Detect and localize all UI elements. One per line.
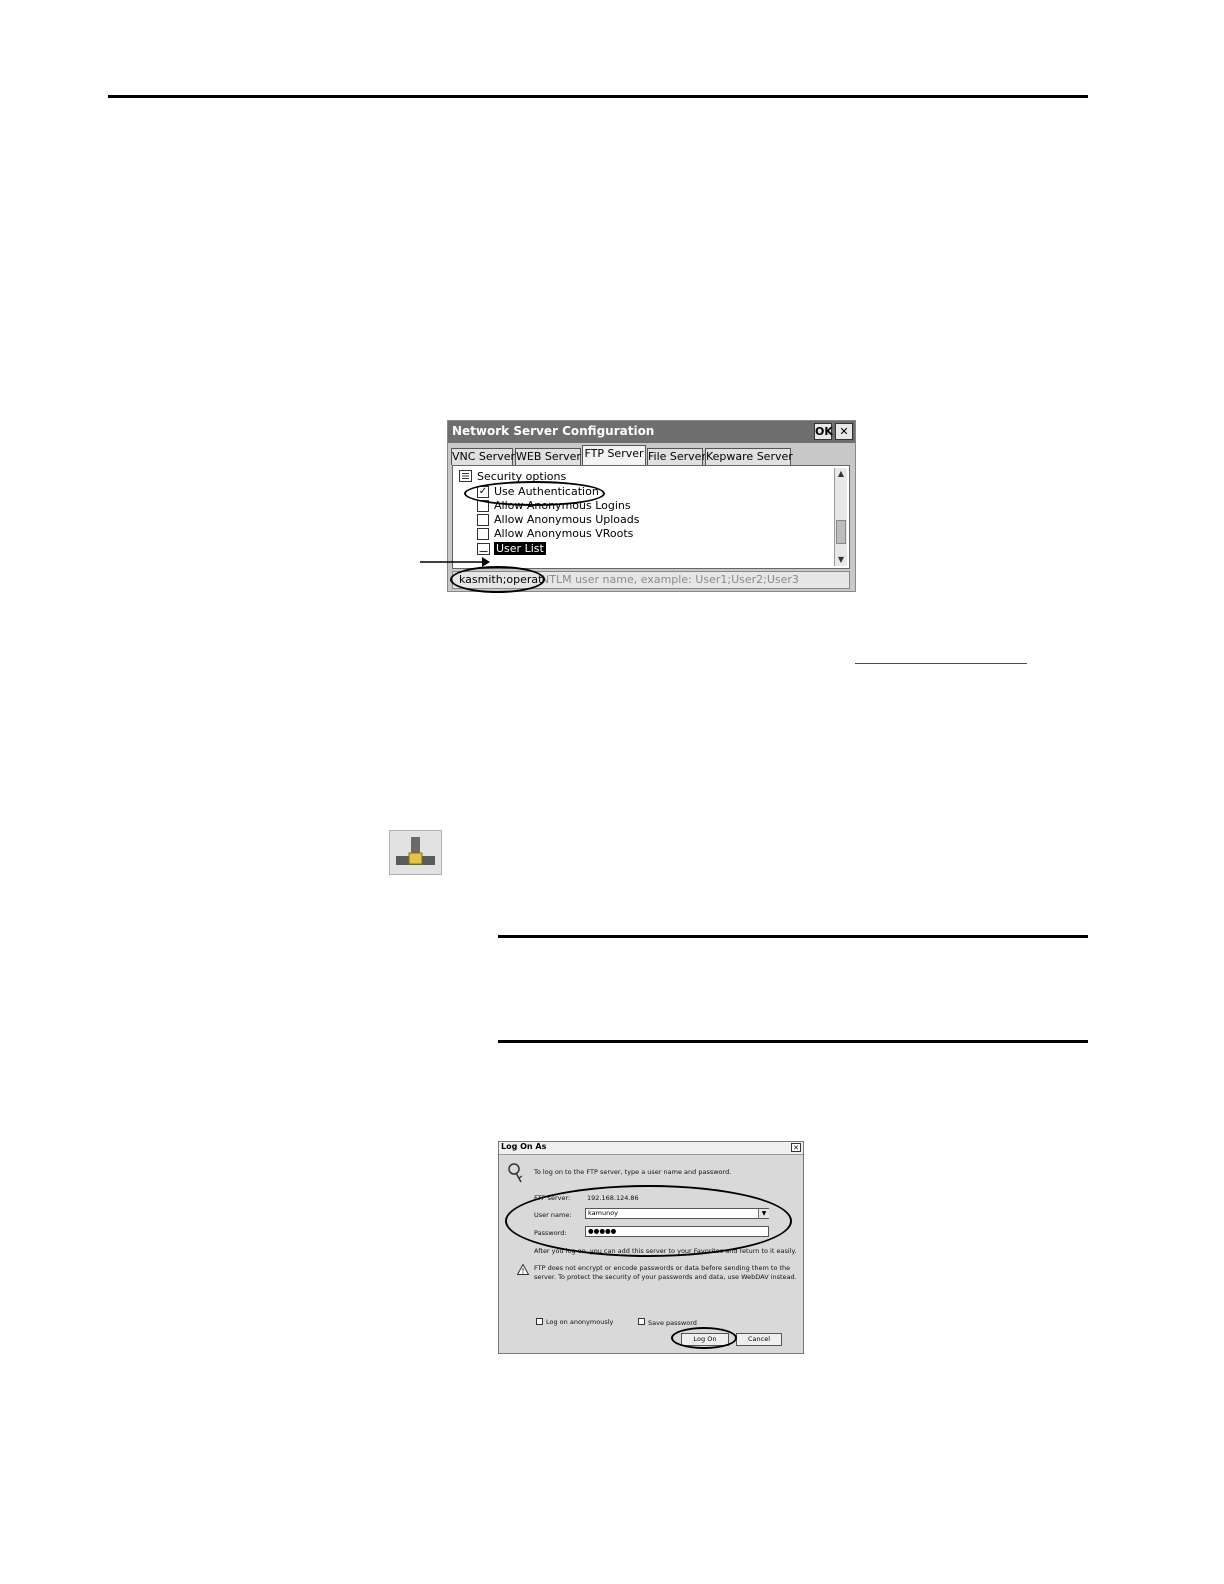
link-underline[interactable] [855, 663, 1027, 664]
callout-ellipse-credentials [505, 1185, 792, 1257]
tab-kepware-server[interactable]: Kepware Server [705, 448, 793, 465]
cancel-button[interactable]: Cancel [736, 1333, 782, 1346]
note-rule-top [498, 935, 1088, 938]
network-icon [389, 830, 442, 875]
list-icon [459, 470, 472, 482]
dialog-title: Network Server Configuration [452, 424, 655, 438]
scroll-thumb[interactable] [836, 520, 846, 544]
scroll-up-icon[interactable]: ▲ [835, 468, 847, 480]
logon-instruction: To log on to the FTP server, type a user… [534, 1168, 732, 1176]
callout-arrow-icon [420, 557, 490, 567]
tab-vnc-server[interactable]: VNC Server [451, 448, 515, 465]
save-password-label[interactable]: Save password [648, 1319, 697, 1327]
save-password-checkbox[interactable] [638, 1318, 645, 1325]
key-icon [508, 1163, 523, 1183]
allow-anonymous-vroots-checkbox[interactable] [477, 528, 489, 540]
settings-tree: Security options ✓ Use Authentication Al… [452, 465, 850, 569]
tab-ftp-server[interactable]: FTP Server [582, 445, 646, 465]
user-list-selected-text[interactable]: User List [494, 542, 546, 555]
log-on-anonymously-label[interactable]: Log on anonymously [546, 1318, 613, 1326]
user-list-hint: NTLM user name, example: User1;User2;Use… [541, 573, 799, 586]
warning-icon [517, 1264, 529, 1275]
allow-anonymous-uploads-label[interactable]: Allow Anonymous Uploads [494, 513, 640, 526]
warning-text-line-2: server. To protect the security of your … [534, 1273, 797, 1281]
logon-title: Log On As [501, 1142, 547, 1151]
header-rule [108, 95, 1088, 98]
tab-strip: VNC Server WEB Server FTP Server File Se… [448, 445, 855, 465]
ok-button[interactable]: OK [814, 423, 833, 440]
network-connection-icon [396, 837, 435, 865]
tab-file-server[interactable]: File Server [647, 448, 706, 465]
note-rule-bottom [498, 1040, 1088, 1043]
logon-close-button[interactable]: ✕ [791, 1143, 801, 1152]
allow-anonymous-uploads-checkbox[interactable] [477, 514, 489, 526]
dialog-titlebar: Network Server Configuration OK ✕ [448, 421, 855, 443]
log-on-anonymously-checkbox[interactable] [536, 1318, 543, 1325]
user-list-label[interactable]: User List [494, 542, 546, 555]
vertical-scrollbar[interactable]: ▲ ▼ [834, 468, 847, 566]
callout-ellipse-use-authentication [464, 481, 605, 506]
logon-titlebar: Log On As ✕ [499, 1142, 803, 1155]
close-button[interactable]: ✕ [835, 423, 853, 440]
allow-anonymous-vroots-label[interactable]: Allow Anonymous VRoots [494, 527, 633, 540]
callout-ellipse-log-on-button [671, 1327, 737, 1349]
scroll-down-icon[interactable]: ▼ [835, 554, 847, 566]
warning-text-line-1: FTP does not encrypt or encode passwords… [534, 1264, 791, 1272]
tab-web-server[interactable]: WEB Server [515, 448, 581, 465]
